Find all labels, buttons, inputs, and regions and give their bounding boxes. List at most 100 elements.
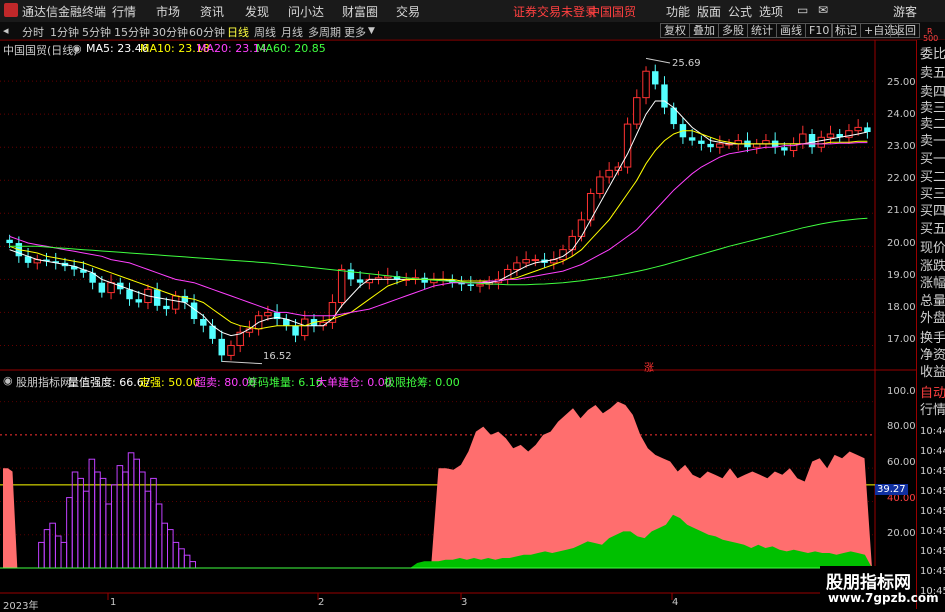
price-tick: 22.00 xyxy=(887,173,916,184)
candle-body xyxy=(661,84,668,108)
indicator-purple-bar xyxy=(49,522,56,569)
panel-sell5: 卖五 xyxy=(920,66,945,81)
r-badge-num: 500 xyxy=(923,34,939,43)
panel-time: 10:45 xyxy=(920,526,945,537)
panel-change-pct: 涨幅 xyxy=(920,276,945,291)
candle-body xyxy=(107,282,115,294)
panel-volume: 总量 xyxy=(920,294,945,309)
panel-market[interactable]: 行情 xyxy=(920,402,945,419)
candle-body xyxy=(513,262,521,270)
indicator-value-highlight: 39.27 xyxy=(875,484,908,495)
date-tick: 2 xyxy=(318,597,325,608)
indicator-purple-bar xyxy=(167,529,174,569)
zhang-marker: 涨 xyxy=(644,363,654,374)
indicator-item-6: 极限抢筹: 0.00 xyxy=(384,376,460,389)
panel-turnover: 换手 xyxy=(920,331,945,346)
ind-tick: 60.00 xyxy=(887,457,916,468)
candle-body xyxy=(826,133,835,138)
candle-body xyxy=(808,134,816,148)
indicator-item-5: 大单建仓: 0.00 xyxy=(316,376,392,389)
indicator-purple-bar xyxy=(54,535,62,569)
candle-body xyxy=(568,235,576,251)
candle-body xyxy=(799,133,807,145)
panel-sell3: 卖三 xyxy=(920,101,945,116)
candle-body xyxy=(476,283,484,287)
indicator-purple-bar xyxy=(82,490,90,569)
indicator-item-2: 走强: 50.00 xyxy=(139,376,200,389)
candle-body xyxy=(688,137,696,141)
indicator-name[interactable]: 股朋指标网 xyxy=(16,374,71,390)
ind-tick: 80.00 xyxy=(887,421,916,432)
ind-tick: 20.00 xyxy=(887,528,916,539)
ind-tick: 100.0 xyxy=(887,386,916,397)
panel-time: 10:45 xyxy=(920,466,945,477)
watermark-url: www.7gpzb.com xyxy=(828,591,939,605)
candle-body xyxy=(596,176,604,194)
panel-buy4: 买四 xyxy=(920,204,945,219)
candle-body xyxy=(623,123,632,168)
panel-buy2: 买二 xyxy=(920,170,945,185)
candle-body xyxy=(264,311,272,317)
panel-buy1: 买一 xyxy=(920,152,945,167)
indicator-purple-bar xyxy=(105,503,112,569)
candle-body xyxy=(752,143,761,148)
date-tick: 2023年 xyxy=(3,601,39,612)
candle-body xyxy=(6,239,13,244)
indicator-purple-bar xyxy=(127,452,135,569)
candle-body xyxy=(707,143,714,148)
candle-body xyxy=(218,338,225,356)
indicator-purple-bar xyxy=(71,471,79,569)
candle-body xyxy=(716,143,724,148)
candle-body xyxy=(531,259,540,262)
price-tick: 17.00 xyxy=(887,334,916,345)
candle-body xyxy=(421,277,428,283)
price-tick: 25.00 xyxy=(887,77,916,88)
indicator-purple-bar xyxy=(60,541,68,569)
date-tick: 3 xyxy=(461,597,468,608)
panel-time: 10:45 xyxy=(920,486,945,497)
ma-line-ma60 xyxy=(9,217,868,286)
candle-body xyxy=(98,282,106,293)
chart-title: 中国国贸(日线) xyxy=(3,44,78,57)
candle-body xyxy=(163,305,170,310)
indicator-purple-bar xyxy=(133,458,140,569)
candle-body xyxy=(171,295,180,310)
indicator-purple-bar xyxy=(38,541,45,569)
panel-eps: 收益 xyxy=(920,365,945,380)
quote-side-panel[interactable]: R 500 委比 卖五 卖四 卖三 卖二 卖一 买一 买二 买三 买四 买五 现… xyxy=(916,27,945,609)
kline-chart[interactable] xyxy=(0,0,945,609)
ma-toggle-icon[interactable]: ◉ xyxy=(72,42,82,55)
indicator-purple-bar xyxy=(116,465,124,569)
price-tick: 18.00 xyxy=(887,302,916,313)
indicator-purple-bar xyxy=(155,503,163,569)
panel-weibi: 委比 xyxy=(920,47,945,62)
candle-body xyxy=(135,299,142,303)
candle-body xyxy=(301,318,309,337)
indicator-purple-bar xyxy=(161,522,168,569)
panel-buy3: 买三 xyxy=(920,187,945,202)
panel-time: 10:44 xyxy=(920,446,945,457)
candle-body xyxy=(227,344,235,356)
panel-net-asset: 净资 xyxy=(920,348,945,363)
indicator-purple-bar xyxy=(172,541,180,569)
indicator-toggle-icon[interactable]: ◉ xyxy=(3,374,13,387)
high-price-label: 25.69 xyxy=(672,58,701,69)
price-tick: 21.00 xyxy=(887,205,916,216)
indicator-purple-bar xyxy=(144,490,152,569)
indicator-purple-bar xyxy=(150,477,157,569)
indicator-purple-bar xyxy=(43,529,51,569)
candle-body xyxy=(292,325,299,336)
panel-outer: 外盘 xyxy=(920,311,945,326)
panel-change: 涨跌 xyxy=(920,259,945,274)
price-tick: 23.00 xyxy=(887,141,916,152)
ma60-label: MA60: 20.85 xyxy=(256,42,326,55)
indicator-purple-bar xyxy=(94,471,101,569)
indicator-purple-bar xyxy=(138,471,146,569)
candle-body xyxy=(522,259,530,264)
indicator-purple-bar xyxy=(122,471,129,569)
panel-time: 10:45 xyxy=(920,566,945,577)
candle-body xyxy=(605,169,613,178)
panel-auto[interactable]: 自动 xyxy=(920,385,945,402)
panel-time: 10:45 xyxy=(920,506,945,517)
candle-body xyxy=(642,70,650,99)
